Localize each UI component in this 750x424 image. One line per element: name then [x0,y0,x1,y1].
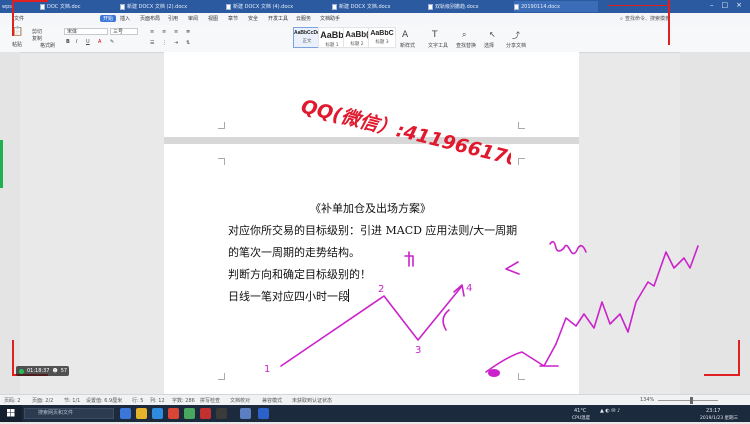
handwritten-note [549,240,587,255]
wave-label-1: 1 [264,364,270,375]
zoom-level[interactable]: 134% [640,397,654,403]
person-icon: ☻ [52,368,58,374]
browser-icon[interactable] [152,408,163,419]
red-corner-mark [704,340,740,376]
recorder-time: 01:18:37 [27,368,50,374]
zigzag-trend-line [280,285,463,367]
bracket-mark [442,309,450,331]
cert-status[interactable]: 未获取到认证状态 [292,397,332,404]
wave-label-3: 3 [415,345,421,356]
record-icon [19,368,24,374]
recorder-app-icon[interactable] [258,408,269,419]
compat-mode: 兼容模式 [262,398,283,404]
status-words: 字数: 286 [172,398,195,404]
taskview-icon[interactable] [120,408,131,419]
status-section: 节: 1/1 [64,398,81,404]
terminal-icon[interactable] [216,408,227,419]
wechat-icon[interactable] [184,408,195,419]
red-corner-mark [12,0,48,36]
wave-label-4: 4 [466,283,472,294]
screen-recorder-badge[interactable]: 01:18:37 ☻ 57 [16,366,69,376]
chevron-mark [505,261,520,275]
wave-label-2: 2 [378,284,384,295]
app-icon[interactable] [168,408,179,419]
clock-date[interactable]: 2019/1/23 星期三 [700,415,738,421]
recorder-count: 57 [60,368,68,374]
highlight-dot [488,369,500,377]
doc-check-button[interactable]: 文档校对 [230,397,250,404]
hand-drawn-annotations: 1 2 3 4 [264,240,699,377]
price-wave-line [485,245,699,373]
taskbar-search-input[interactable]: 搜索网页和文件 [24,408,114,419]
wps-writer-icon[interactable] [240,408,251,419]
status-col: 列: 12 [150,398,165,404]
scribble-mark [404,251,414,267]
status-page: 页码: 2 [4,398,21,404]
folder-icon[interactable] [136,408,147,419]
windows-start-icon[interactable] [0,405,22,422]
status-setting: 设置值: 6.9厘米 [86,398,123,404]
spell-check-toggle[interactable]: 拼写检查 [200,397,220,404]
zoom-slider-thumb[interactable] [690,397,693,404]
status-pages: 页面: 2/2 [32,398,54,404]
zoom-slider[interactable] [658,400,718,401]
clock-time[interactable]: 23:17 [706,408,720,414]
cpu-temp: 41°C [574,408,587,414]
windows-taskbar: 搜索网页和文件 41°C CPU温度 ▲ ◐ ✉ ♪ 23:17 2019/1/… [0,405,750,422]
cpu-temp-label: CPU温度 [572,416,591,421]
wps-icon[interactable] [200,408,211,419]
status-row: 行: 5 [132,398,144,404]
tray-icons[interactable]: ▲ ◐ ✉ ♪ [600,408,620,414]
